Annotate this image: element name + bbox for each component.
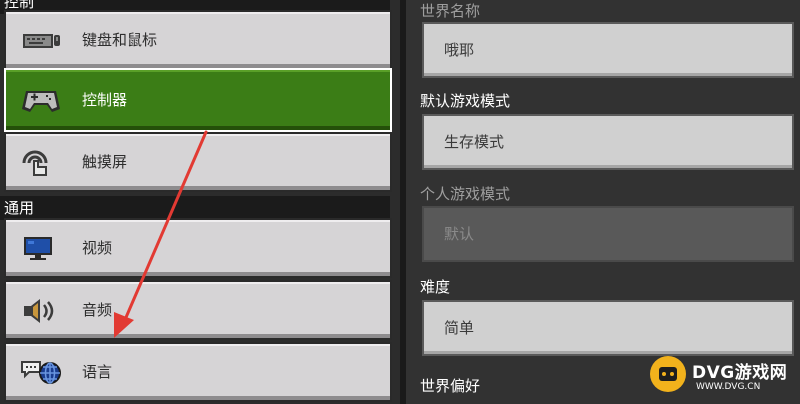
sidebar-item-label: 控制器 [82,91,128,109]
watermark-brand: DVG游戏网 [692,363,788,383]
touch-icon [22,150,48,176]
sidebar-item-label: 视频 [82,239,113,257]
speaker-icon [24,299,54,323]
world-name-input[interactable]: 哦耶 [422,22,794,78]
sidebar-item-keyboard-mouse[interactable]: 键盘和鼠标 [4,10,392,70]
watermark-logo-icon [650,356,686,392]
sidebar-item-touchscreen[interactable]: 触摸屏 [4,132,392,192]
globe-speech-icon [21,361,61,384]
difficulty-dropdown[interactable]: 简单 [422,300,794,356]
world-name-label: 世界名称 [420,2,481,20]
difficulty-label: 难度 [420,278,451,296]
sidebar-item-label: 音频 [82,301,113,319]
section-header-general: 通用 [0,196,390,220]
watermark: DVG游戏网 WWW.DVG.CN [650,350,800,404]
panel-divider [400,0,406,404]
sidebar-item-label: 触摸屏 [82,153,128,171]
sidebar-item-language[interactable]: 语言 [4,342,392,402]
default-game-mode-dropdown[interactable]: 生存模式 [422,114,794,170]
sidebar-item-audio[interactable]: 音频 [4,280,392,340]
watermark-url: WWW.DVG.CN [696,382,761,392]
sidebar-item-label: 键盘和鼠标 [82,31,158,49]
sidebar-item-controller[interactable]: 控制器 [4,68,392,132]
sidebar-item-label: 语言 [82,363,113,381]
keyboard-icon [23,34,60,48]
personal-game-mode-dropdown[interactable]: 默认 [422,206,794,262]
monitor-icon [24,237,52,260]
gamepad-icon [22,91,60,112]
personal-game-mode-label: 个人游戏模式 [420,185,511,203]
default-game-mode-label: 默认游戏模式 [420,92,511,110]
settings-sidebar: 控制 键盘和鼠标 控制器 触摸屏 通用 视频 音频 语言 [0,0,400,404]
sidebar-item-video[interactable]: 视频 [4,218,392,278]
world-preferences-label: 世界偏好 [420,377,481,395]
